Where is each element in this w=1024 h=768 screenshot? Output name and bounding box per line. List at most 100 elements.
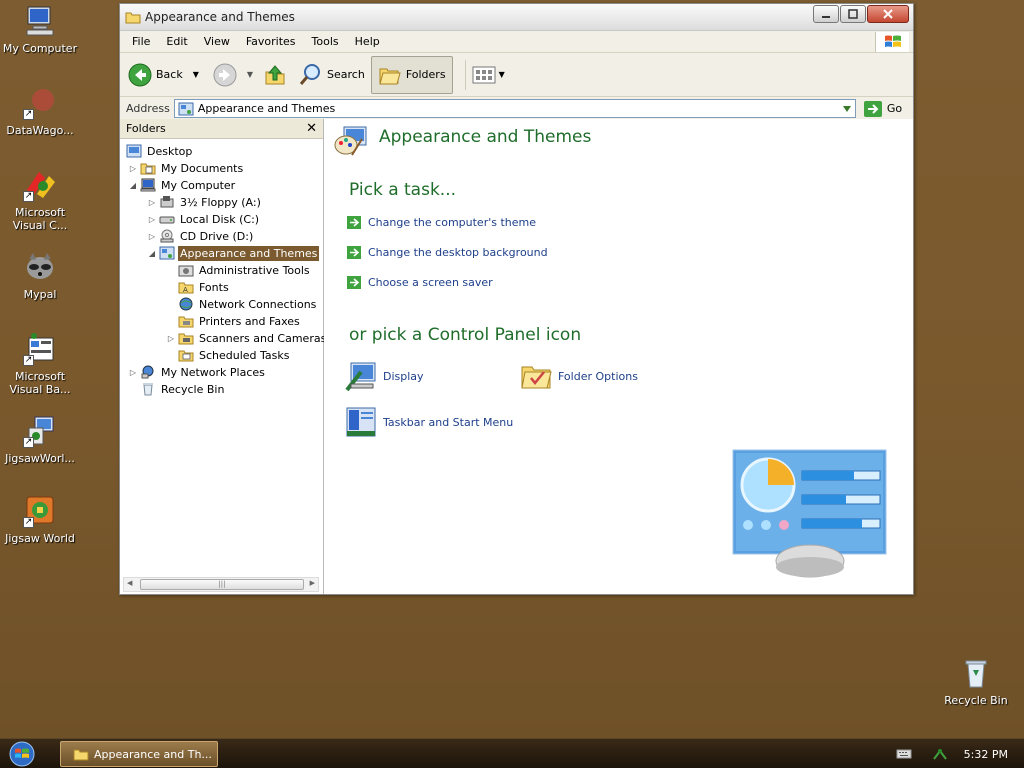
up-button[interactable] bbox=[263, 63, 287, 87]
tree-item-label: Appearance and Themes bbox=[178, 245, 320, 261]
tree-item-appearance-and-themes[interactable]: ◢ Appearance and Themes bbox=[147, 245, 320, 261]
keyboard-icon[interactable] bbox=[896, 748, 912, 760]
tree-item-label: My Network Places bbox=[161, 365, 265, 379]
start-button[interactable] bbox=[6, 741, 44, 767]
maximize-button[interactable] bbox=[840, 5, 866, 23]
system-tray: 5:32 PM bbox=[894, 739, 1024, 768]
expand-icon[interactable]: ▷ bbox=[147, 198, 157, 207]
desktop-icon-visual-basic[interactable]: ↗ Microsoft Visual Ba... bbox=[0, 332, 80, 396]
expand-icon[interactable]: ▷ bbox=[166, 334, 176, 343]
search-button[interactable]: Search bbox=[299, 63, 365, 87]
cp-icon-label: Folder Options bbox=[558, 369, 638, 383]
tree-item-floppy[interactable]: ▷ 3½ Floppy (A:) bbox=[147, 194, 263, 210]
tree-item-my-network-places[interactable]: ▷ My Network Places bbox=[128, 364, 267, 380]
expand-icon[interactable]: ▷ bbox=[147, 215, 157, 224]
task-screen-saver[interactable]: Choose a screen saver bbox=[347, 276, 493, 289]
expand-icon[interactable]: ▷ bbox=[128, 164, 138, 173]
control-panel-icon bbox=[178, 102, 194, 115]
tree-item-fonts[interactable]: A Fonts bbox=[176, 279, 231, 295]
tree-item-label: Network Connections bbox=[199, 297, 317, 311]
tree-item-scanners-and-cameras[interactable]: ▷ Scanners and Cameras bbox=[166, 330, 328, 346]
windows-orb-icon bbox=[9, 741, 35, 767]
tree-item-scheduled-tasks[interactable]: Scheduled Tasks bbox=[176, 347, 292, 363]
forward-button[interactable]: ▼ bbox=[213, 63, 253, 87]
horizontal-scrollbar[interactable]: ◀ ||| ▶ bbox=[123, 577, 319, 592]
taskbar: Appearance and Th... 5:32 PM bbox=[0, 738, 1024, 768]
cp-icon-folder-options[interactable]: Folder Options bbox=[520, 360, 638, 392]
network-status-icon[interactable] bbox=[932, 747, 948, 761]
tree-item-label: 3½ Floppy (A:) bbox=[180, 195, 261, 209]
tree-item-label: Scheduled Tasks bbox=[199, 348, 290, 362]
tree-item-my-computer[interactable]: ◢ My Computer bbox=[128, 177, 237, 193]
standard-toolbar: Back ▼ ▼ Search Folders ▼ bbox=[120, 53, 913, 97]
page-title: Appearance and Themes bbox=[379, 127, 592, 147]
tree-item-network-connections[interactable]: Network Connections bbox=[176, 296, 318, 312]
cp-icon-display[interactable]: Display bbox=[345, 360, 424, 392]
desktop-icon-jigsaw-world[interactable]: ↗ Jigsaw World bbox=[0, 494, 80, 545]
folders-button[interactable]: Folders bbox=[370, 55, 453, 94]
desktop-icon-visual-c[interactable]: ↗ Microsoft Visual C... bbox=[0, 168, 80, 232]
menu-view[interactable]: View bbox=[196, 35, 238, 48]
address-dropdown-button[interactable] bbox=[841, 102, 853, 115]
cp-icon-taskbar-start-menu[interactable]: Taskbar and Start Menu bbox=[345, 406, 513, 438]
tree-item-recycle-bin[interactable]: Recycle Bin bbox=[138, 381, 226, 397]
go-button[interactable]: Go bbox=[863, 100, 902, 117]
clock[interactable]: 5:32 PM bbox=[964, 748, 1008, 761]
cp-icon-label: Display bbox=[383, 369, 424, 383]
tree-item-desktop[interactable]: Desktop bbox=[124, 143, 194, 159]
minimize-button[interactable] bbox=[813, 5, 839, 23]
address-bar: Address Appearance and Themes Go bbox=[120, 97, 913, 121]
tree-item-administrative-tools[interactable]: Administrative Tools bbox=[176, 262, 312, 278]
expand-icon[interactable]: ▷ bbox=[128, 368, 138, 377]
desktop-icon-my-computer[interactable]: My Computer bbox=[0, 4, 80, 55]
toolbar-separator bbox=[464, 59, 466, 90]
close-folders-pane-icon[interactable]: ✕ bbox=[306, 121, 317, 136]
scrollbar-thumb[interactable]: ||| bbox=[140, 579, 304, 590]
tree-item-local-disk[interactable]: ▷ Local Disk (C:) bbox=[147, 211, 261, 227]
tree-item-cd-drive[interactable]: ▷ CD Drive (D:) bbox=[147, 228, 255, 244]
desktop-icon-label: Mypal bbox=[23, 288, 57, 301]
task-change-theme[interactable]: Change the computer's theme bbox=[347, 216, 536, 229]
my-computer-icon bbox=[23, 4, 57, 38]
desktop-icon-label: Microsoft Visual Ba... bbox=[9, 370, 71, 396]
taskbar-button-appearance-and-themes[interactable]: Appearance and Th... bbox=[60, 741, 218, 767]
desktop-icon-label: JigsawWorl... bbox=[5, 452, 75, 465]
views-icon bbox=[472, 66, 496, 83]
menu-help[interactable]: Help bbox=[347, 35, 388, 48]
folders-pane: Folders ✕ Desktop ▷ My Documents ◢ My Co… bbox=[120, 119, 326, 594]
tree-item-label: Printers and Faxes bbox=[199, 314, 300, 328]
desktop-icon-label: DataWago... bbox=[6, 124, 74, 137]
tree-item-printers-and-faxes[interactable]: Printers and Faxes bbox=[176, 313, 302, 329]
menu-tools[interactable]: Tools bbox=[304, 35, 347, 48]
desktop-icon-recycle-bin[interactable]: Recycle Bin bbox=[936, 656, 1016, 707]
menu-favorites[interactable]: Favorites bbox=[238, 35, 304, 48]
appearance-themes-icon bbox=[334, 126, 367, 156]
forward-dropdown-icon[interactable]: ▼ bbox=[247, 70, 253, 79]
scroll-right-icon[interactable]: ▶ bbox=[310, 579, 315, 587]
desktop-icon-datawagon[interactable]: ↗ DataWago... bbox=[0, 86, 80, 137]
desktop-icon-jigsawworld-setup[interactable]: ↗ JigsawWorl... bbox=[0, 414, 80, 465]
task-change-background[interactable]: Change the desktop background bbox=[347, 246, 548, 259]
views-button[interactable]: ▼ bbox=[472, 65, 505, 85]
content-pane: Appearance and Themes Pick a task... Cha… bbox=[324, 119, 913, 594]
expand-icon[interactable]: ▷ bbox=[147, 232, 157, 241]
title-bar[interactable]: Appearance and Themes bbox=[120, 4, 913, 31]
back-button[interactable]: Back ▼ bbox=[128, 63, 199, 87]
chevron-down-icon bbox=[842, 105, 851, 112]
collapse-icon[interactable]: ◢ bbox=[147, 249, 157, 258]
menu-edit[interactable]: Edit bbox=[158, 35, 195, 48]
tree-item-my-documents[interactable]: ▷ My Documents bbox=[128, 160, 245, 176]
scroll-left-icon[interactable]: ◀ bbox=[127, 579, 132, 587]
scheduled-tasks-icon bbox=[178, 350, 194, 362]
mypal-raccoon-icon bbox=[23, 250, 57, 284]
address-input[interactable]: Appearance and Themes bbox=[173, 99, 856, 118]
explorer-panes: Folders ✕ Desktop ▷ My Documents ◢ My Co… bbox=[120, 119, 913, 594]
control-panel-watermark-icon bbox=[732, 449, 887, 578]
close-button[interactable] bbox=[867, 5, 909, 23]
back-dropdown-icon[interactable]: ▼ bbox=[193, 70, 199, 79]
folder-icon bbox=[73, 749, 89, 761]
collapse-icon[interactable]: ◢ bbox=[128, 181, 138, 190]
menu-file[interactable]: File bbox=[124, 35, 158, 48]
desktop-icon-mypal[interactable]: Mypal bbox=[0, 250, 80, 301]
scanner-folder-icon bbox=[178, 333, 194, 345]
